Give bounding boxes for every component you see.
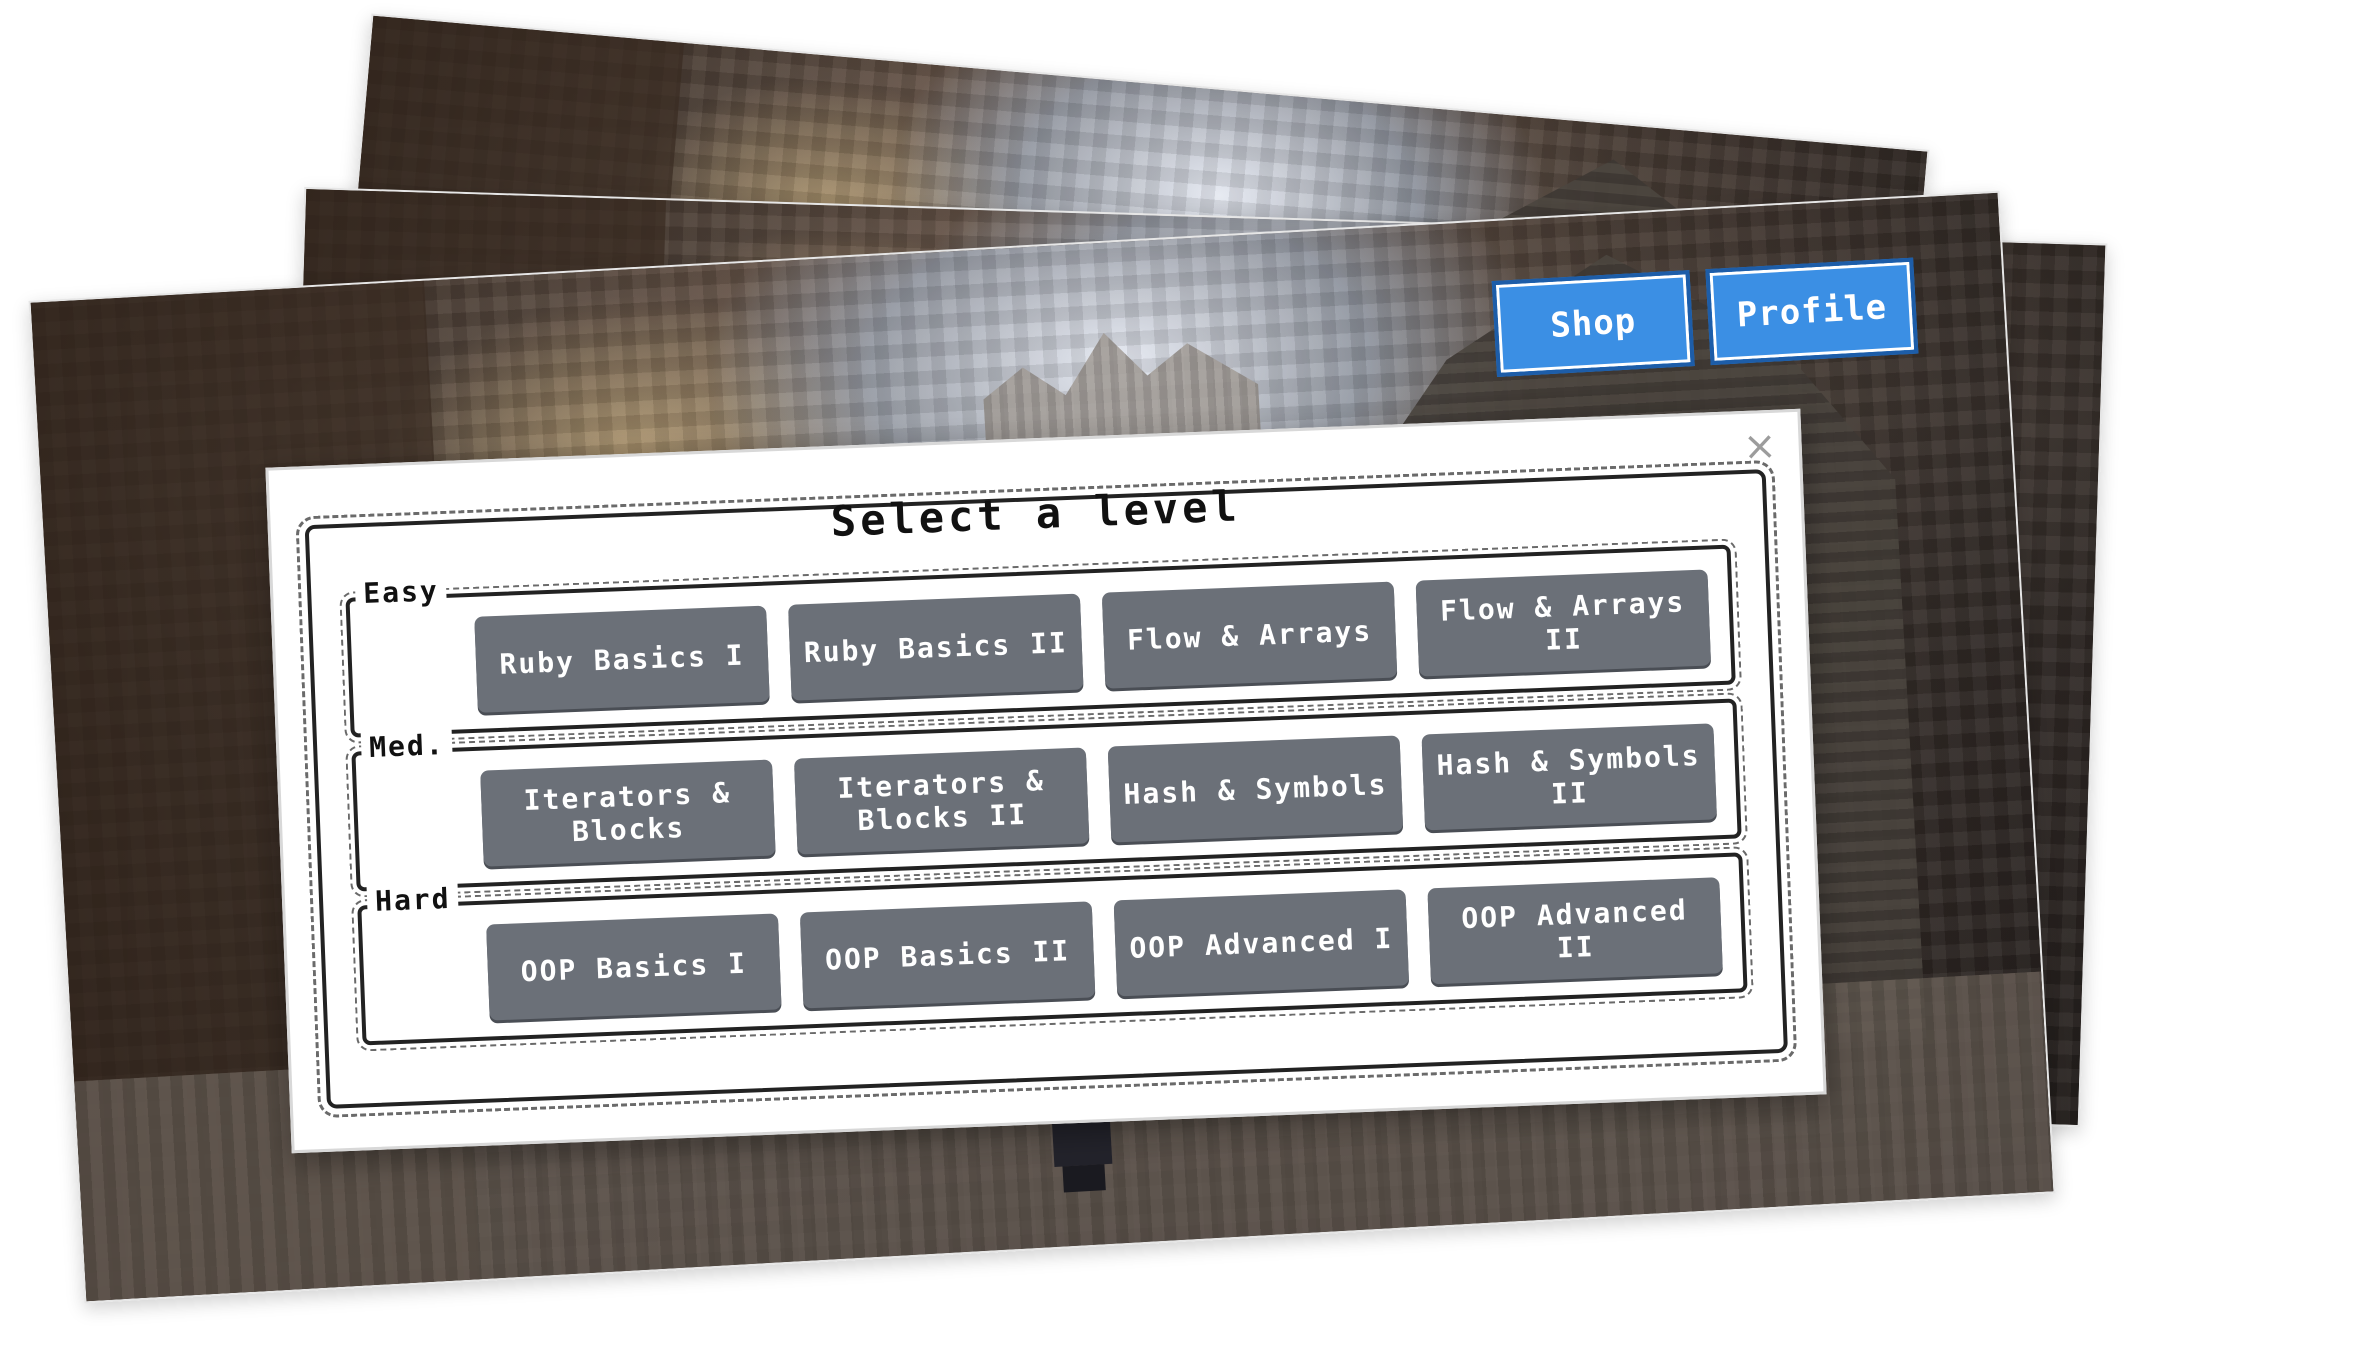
group-label: Med. — [360, 727, 454, 765]
group-label: Easy — [354, 573, 448, 611]
level-button[interactable]: OOP Advanced II — [1427, 877, 1723, 985]
game-stage: Shop Profile × Select a level Easy Ruby … — [0, 0, 2379, 1348]
level-button[interactable]: Ruby Basics I — [474, 605, 770, 713]
level-row: OOP Basics I OOP Basics II OOP Advanced … — [486, 877, 1723, 1021]
level-button[interactable]: Iterators & Blocks — [480, 759, 776, 867]
level-button[interactable]: Iterators & Blocks II — [793, 747, 1090, 855]
group-label: Hard — [366, 881, 460, 919]
level-button[interactable]: Hash & Symbols II — [1421, 723, 1717, 831]
level-row: Ruby Basics I Ruby Basics II Flow & Arra… — [474, 569, 1712, 713]
level-button[interactable]: OOP Advanced I — [1113, 889, 1410, 997]
character-legs — [1062, 1164, 1106, 1193]
level-row: Iterators & Blocks Iterators & Blocks II… — [480, 723, 1717, 867]
shop-button[interactable]: Shop — [1491, 270, 1695, 378]
level-button[interactable]: OOP Basics II — [799, 901, 1096, 1009]
level-button[interactable]: Hash & Symbols — [1107, 735, 1404, 843]
level-select-modal: × Select a level Easy Ruby Basics I Ruby… — [265, 408, 1827, 1154]
level-button[interactable]: Flow & Arrays — [1101, 581, 1398, 689]
level-button[interactable]: OOP Basics I — [486, 913, 782, 1021]
level-button[interactable]: Flow & Arrays II — [1415, 569, 1712, 677]
profile-button[interactable]: Profile — [1705, 257, 1919, 366]
level-button[interactable]: Ruby Basics II — [788, 593, 1084, 701]
